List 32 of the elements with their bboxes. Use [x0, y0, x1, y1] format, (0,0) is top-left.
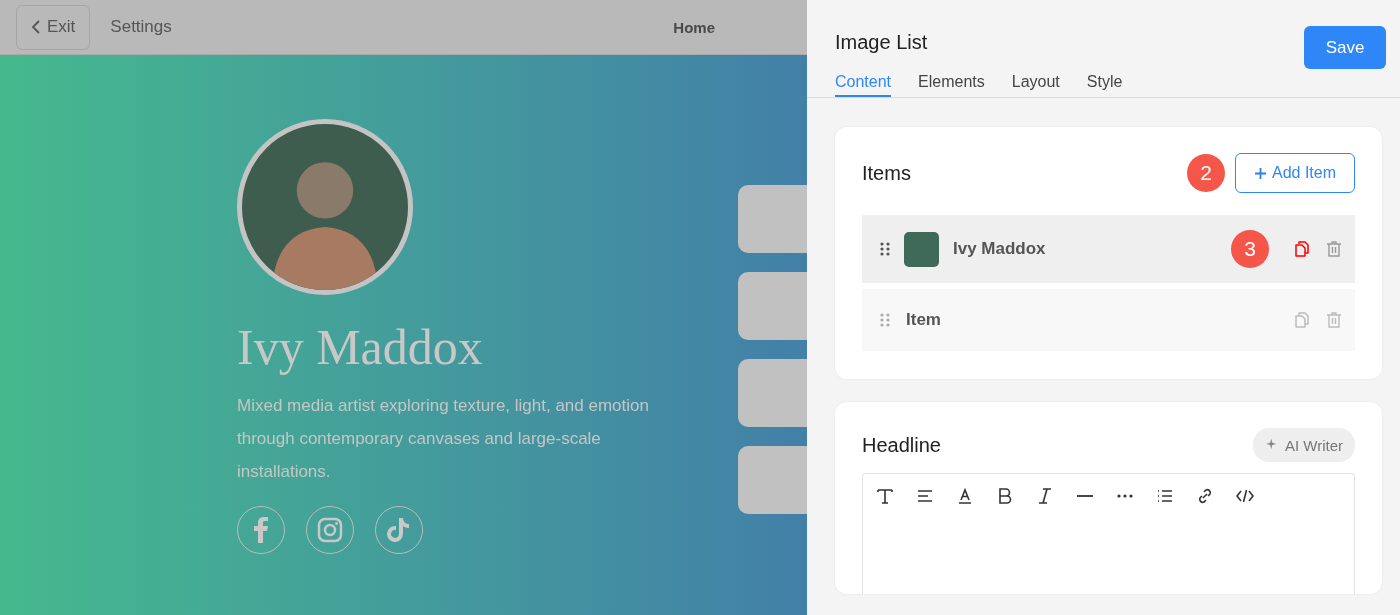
drag-handle-icon[interactable] [880, 242, 890, 256]
text-icon[interactable] [875, 486, 895, 506]
add-item-button[interactable]: Add Item [1234, 153, 1355, 193]
home-link[interactable]: Home [673, 18, 715, 36]
section-title: Items [862, 161, 911, 185]
item-row[interactable]: Item [862, 289, 1355, 351]
link-block [738, 446, 807, 514]
step-badge: 3 [1231, 230, 1269, 268]
link-block [738, 185, 807, 253]
settings-link[interactable]: Settings [110, 17, 172, 37]
drag-handle-icon[interactable] [880, 313, 890, 327]
save-button[interactable]: Save [1304, 26, 1386, 69]
duplicate-icon[interactable] [1293, 240, 1311, 258]
link-block [738, 359, 807, 427]
item-label: Item [906, 310, 941, 330]
section-title: Headline [862, 433, 941, 457]
chevron-left-icon [31, 19, 41, 35]
exit-button[interactable]: Exit [16, 4, 91, 50]
tab[interactable]: Style [1086, 67, 1123, 97]
tab[interactable]: Layout [1011, 67, 1060, 97]
profile-bio: Mixed media artist exploring texture, light, and emotion through contemporary canvases and large-scale installations. [237, 395, 650, 483]
ai-writer-button[interactable]: AI Writer [1252, 428, 1355, 462]
plus-icon [1253, 166, 1267, 180]
step-badge: 2 [1186, 154, 1225, 192]
item-label: Ivy Maddox [953, 239, 1046, 259]
item-row[interactable]: Ivy Maddox 3 [862, 215, 1355, 283]
profile-name: Ivy Maddox [237, 318, 484, 377]
thumbnail-photo-placeholder [904, 231, 939, 267]
tab[interactable]: Content [835, 67, 892, 97]
link-block [738, 272, 807, 340]
panel-title: Image List [835, 31, 928, 55]
tab[interactable]: Elements [918, 67, 985, 97]
